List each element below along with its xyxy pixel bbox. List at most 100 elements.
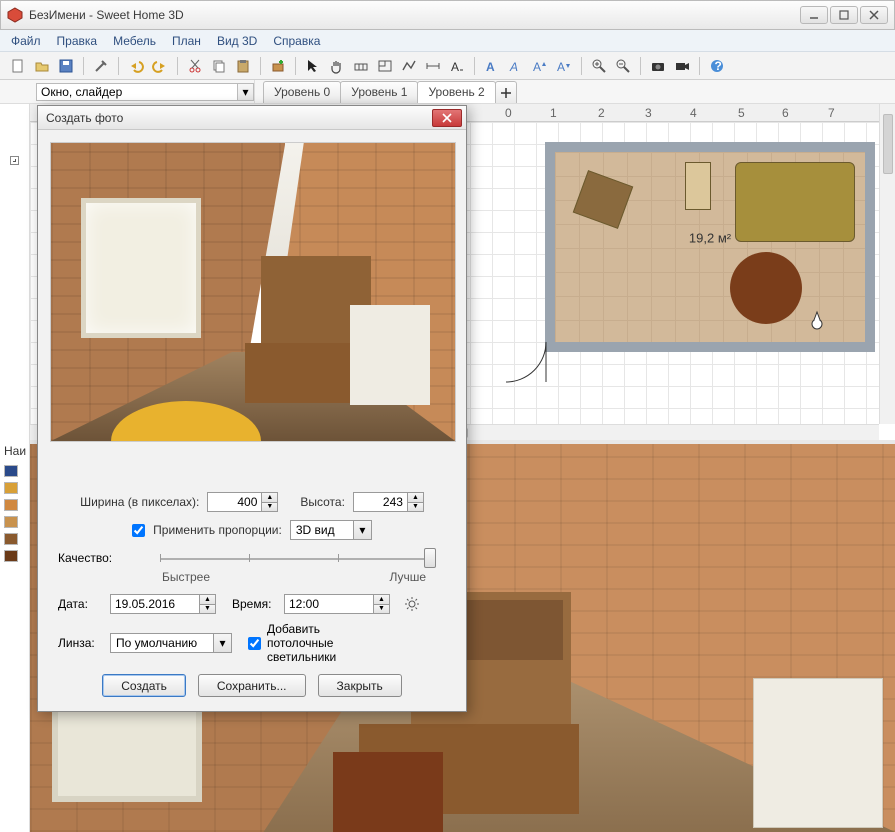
- create-dimensions-icon[interactable]: [423, 56, 443, 76]
- room-outline[interactable]: 19,2 м²: [545, 142, 875, 352]
- create-video-icon[interactable]: [672, 56, 692, 76]
- create-text-icon[interactable]: A: [447, 56, 467, 76]
- list-item[interactable]: [2, 496, 28, 513]
- photo-preview: [50, 142, 456, 442]
- furniture-table[interactable]: [730, 252, 802, 324]
- level-tab-1[interactable]: Уровень 1: [340, 81, 418, 103]
- svg-text:A: A: [509, 60, 518, 74]
- create-button[interactable]: Создать: [102, 674, 186, 697]
- spin-up-button[interactable]: ▲: [262, 492, 278, 502]
- height-input[interactable]: [353, 492, 408, 512]
- level-tab-2[interactable]: Уровень 2: [417, 81, 495, 103]
- furniture-shelf[interactable]: [685, 162, 711, 210]
- zoom-out-icon[interactable]: [613, 56, 633, 76]
- ceiling-lights-checkbox[interactable]: [248, 637, 261, 650]
- quality-slider[interactable]: [160, 548, 430, 568]
- spin-down-button[interactable]: ▼: [374, 604, 390, 615]
- slider-thumb[interactable]: [424, 548, 436, 568]
- tree-expand-icon[interactable]: [10, 156, 19, 165]
- save-icon[interactable]: [56, 56, 76, 76]
- close-dialog-button[interactable]: Закрыть: [318, 674, 402, 697]
- cut-icon[interactable]: [185, 56, 205, 76]
- list-item[interactable]: [2, 513, 28, 530]
- list-item[interactable]: [2, 547, 28, 564]
- sun-button[interactable]: [402, 594, 422, 614]
- spin-up-button[interactable]: ▲: [200, 594, 216, 604]
- menu-furniture[interactable]: Мебель: [106, 32, 163, 50]
- list-item[interactable]: [2, 530, 28, 547]
- menu-plan[interactable]: План: [165, 32, 208, 50]
- list-item[interactable]: [2, 462, 28, 479]
- undo-icon[interactable]: [126, 56, 146, 76]
- add-furniture-icon[interactable]: [268, 56, 288, 76]
- time-input[interactable]: [284, 594, 374, 614]
- app-icon: [7, 7, 23, 23]
- menu-3dview[interactable]: Вид 3D: [210, 32, 264, 50]
- quality-best-label: Лучше: [389, 570, 426, 584]
- spin-down-button[interactable]: ▼: [408, 502, 424, 513]
- quality-label: Качество:: [50, 551, 150, 565]
- menu-file[interactable]: Файл: [4, 32, 48, 50]
- paste-icon[interactable]: [233, 56, 253, 76]
- furniture-list-header: Наи: [4, 444, 26, 458]
- minimize-button[interactable]: [800, 6, 828, 24]
- proportions-input[interactable]: [290, 520, 354, 540]
- add-level-button[interactable]: [495, 81, 517, 103]
- proportions-combo: ▾: [290, 520, 372, 540]
- svg-text:?: ?: [715, 59, 722, 73]
- level-tab-0[interactable]: Уровень 0: [263, 81, 341, 103]
- menubar: Файл Правка Мебель План Вид 3D Справка: [0, 30, 895, 52]
- date-input[interactable]: [110, 594, 200, 614]
- proportions-dropdown-button[interactable]: ▾: [354, 520, 372, 540]
- spin-down-button[interactable]: ▼: [200, 604, 216, 615]
- armchair-3d: [753, 678, 883, 828]
- camera-icon[interactable]: [809, 310, 825, 330]
- scrollbar-thumb[interactable]: [883, 114, 893, 174]
- width-input[interactable]: [207, 492, 262, 512]
- create-walls-icon[interactable]: [351, 56, 371, 76]
- lens-dropdown-button[interactable]: ▾: [214, 633, 232, 653]
- close-button[interactable]: [860, 6, 888, 24]
- spin-down-button[interactable]: ▼: [262, 502, 278, 513]
- decrease-text-icon[interactable]: A: [554, 56, 574, 76]
- svg-text:A: A: [451, 60, 459, 74]
- toolbar: A A A A A ?: [0, 52, 895, 80]
- list-item[interactable]: [2, 479, 28, 496]
- spin-up-button[interactable]: ▲: [374, 594, 390, 604]
- svg-text:A: A: [486, 60, 495, 74]
- ceiling-lights-label: Добавить потолочные светильники: [267, 622, 311, 664]
- pan-icon[interactable]: [327, 56, 347, 76]
- apply-proportions-checkbox[interactable]: [132, 524, 145, 537]
- select-icon[interactable]: [303, 56, 323, 76]
- width-label: Ширина (в пикселах):: [80, 495, 199, 509]
- catalog-input[interactable]: [36, 83, 238, 101]
- svg-text:A: A: [557, 60, 565, 74]
- dialog-titlebar[interactable]: Создать фото: [38, 106, 466, 130]
- lens-input[interactable]: [110, 633, 214, 653]
- date-spinner: ▲▼: [110, 594, 216, 614]
- catalog-dropdown-button[interactable]: ▾: [238, 83, 254, 101]
- preferences-icon[interactable]: [91, 56, 111, 76]
- create-polyline-icon[interactable]: [399, 56, 419, 76]
- increase-text-icon[interactable]: A: [530, 56, 550, 76]
- spin-up-button[interactable]: ▲: [408, 492, 424, 502]
- maximize-button[interactable]: [830, 6, 858, 24]
- create-rooms-icon[interactable]: [375, 56, 395, 76]
- zoom-in-icon[interactable]: [589, 56, 609, 76]
- menu-edit[interactable]: Правка: [50, 32, 105, 50]
- dialog-close-button[interactable]: [432, 109, 462, 127]
- open-icon[interactable]: [32, 56, 52, 76]
- redo-icon[interactable]: [150, 56, 170, 76]
- furniture-desk[interactable]: [573, 170, 633, 229]
- copy-icon[interactable]: [209, 56, 229, 76]
- menu-help[interactable]: Справка: [266, 32, 327, 50]
- plan-scrollbar-vertical[interactable]: [879, 104, 895, 424]
- help-icon[interactable]: ?: [707, 56, 727, 76]
- new-icon[interactable]: [8, 56, 28, 76]
- text-italic-icon[interactable]: A: [506, 56, 526, 76]
- save-button[interactable]: Сохранить...: [198, 674, 306, 697]
- text-bold-icon[interactable]: A: [482, 56, 502, 76]
- furniture-sofa[interactable]: [735, 162, 855, 242]
- create-photo-icon[interactable]: [648, 56, 668, 76]
- time-label: Время:: [232, 597, 276, 611]
